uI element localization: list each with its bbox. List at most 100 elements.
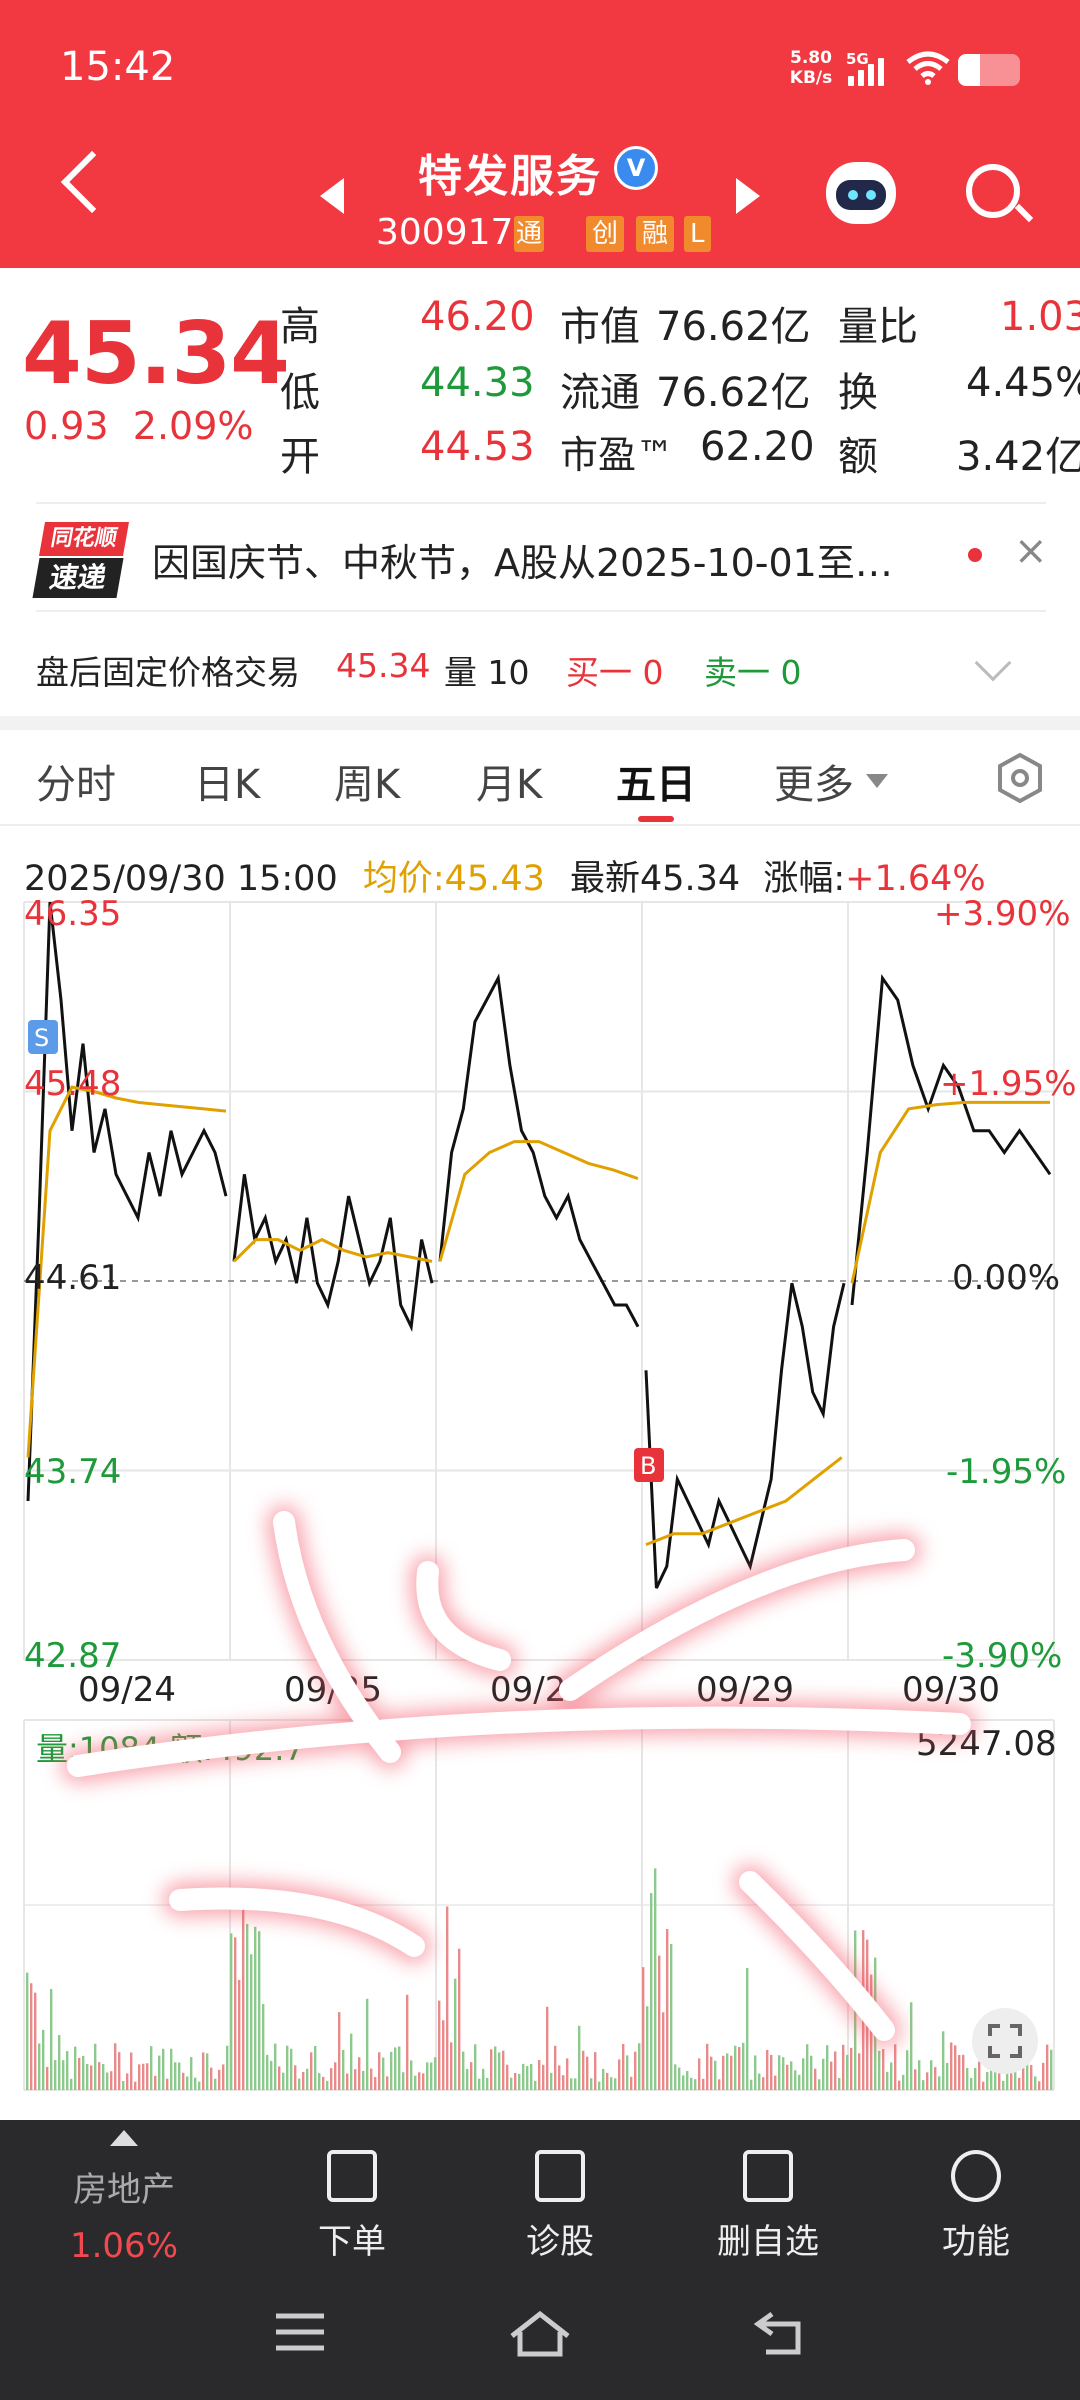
y-tick-left-3: 43.74 (24, 1452, 122, 1492)
after-hours-price: 45.34 (336, 646, 431, 685)
sector-name[interactable]: 房地产 (44, 2162, 204, 2211)
volume-bar (42, 2029, 45, 2090)
volume-bar (274, 2043, 277, 2090)
settings-hex-icon[interactable] (994, 752, 1046, 804)
menu-circle-icon (951, 2150, 1001, 2202)
volume-bar (386, 2076, 389, 2090)
tab-monthly-k[interactable]: 月K (476, 752, 542, 810)
y-tick-left-1: 45.48 (24, 1064, 122, 1104)
volume-bar (666, 1929, 669, 2090)
news-ticker[interactable]: 因国庆节、中秋节，A股从2025-10-01至… (152, 532, 952, 587)
volume-bar (50, 1989, 53, 2090)
buy-marker-label: B (640, 1452, 656, 1480)
volume-bar (778, 2055, 781, 2090)
five-day-chart[interactable]: SB (0, 880, 1080, 2120)
volume-bar (78, 2057, 81, 2090)
volume-bar (586, 2056, 589, 2090)
tab-weekly-k[interactable]: 周K (334, 752, 400, 810)
volume-bar (634, 2051, 637, 2090)
volume-bar (478, 2078, 481, 2090)
volume-bar (554, 2045, 557, 2090)
search-icon[interactable] (966, 164, 1020, 218)
tag-chuang: 创 (586, 216, 625, 252)
volume-bar (482, 2068, 485, 2090)
volume-bar (58, 2035, 61, 2090)
after-hours-label[interactable]: 盘后固定价格交易 (36, 646, 300, 694)
volume-bar (506, 2064, 509, 2090)
price-line-day-1 (26, 901, 228, 1502)
volume-bar (70, 2078, 73, 2090)
volume-bar (434, 2057, 437, 2090)
volume-bar (450, 2042, 453, 2090)
volume-bar (310, 2052, 313, 2090)
volume-bar (798, 2074, 801, 2090)
volume-bar (686, 2070, 689, 2090)
back-nav-icon[interactable] (752, 2310, 808, 2358)
volume-bar (222, 2064, 225, 2090)
chevron-down-icon[interactable] (974, 644, 1012, 682)
next-stock-icon[interactable] (736, 178, 760, 214)
volume-bar (174, 2062, 177, 2090)
volume-bar (94, 2043, 97, 2090)
expand-icon[interactable] (972, 2008, 1038, 2074)
status-time: 15:42 (60, 44, 176, 90)
volume-bar (542, 2064, 545, 2090)
volume-bar (942, 2031, 945, 2090)
x-tick-3: 09/29 (696, 1670, 794, 1710)
volume-bar (910, 2002, 913, 2090)
volume-bar (518, 2073, 521, 2090)
float-value: 76.62亿 (656, 370, 811, 416)
volume-bar (590, 2078, 593, 2090)
volume-bar (82, 2055, 85, 2090)
volume-bar (614, 2078, 617, 2090)
volume-bar (746, 1967, 749, 2090)
volume-bar (34, 1992, 37, 2090)
low-label: 低 (280, 370, 320, 416)
home-nav-icon[interactable] (508, 2310, 572, 2358)
price-change: 0.93 2.09% (24, 404, 254, 448)
close-news-icon[interactable]: × (1014, 528, 1048, 574)
volume-bar (190, 2057, 193, 2090)
volume-bar (790, 2061, 793, 2090)
wifi-icon (906, 51, 950, 85)
diagnose-button[interactable]: 诊股 (480, 2150, 640, 2263)
volume-bar (354, 2069, 357, 2090)
volume-bar (710, 2056, 713, 2090)
order-button[interactable]: 下单 (272, 2150, 432, 2263)
tab-intraday[interactable]: 分时 (36, 752, 116, 810)
mktcap-label: 市值 (560, 304, 640, 350)
volume-bar (74, 2046, 77, 2090)
divider (36, 502, 1046, 504)
volume-bar (54, 2059, 57, 2090)
ai-robot-icon[interactable] (826, 162, 896, 224)
volume-bar (510, 2077, 513, 2090)
volume-bar (322, 2076, 325, 2090)
volume-bar (142, 2063, 145, 2090)
volume-bar (446, 1906, 449, 2090)
volume-bar (582, 2050, 585, 2090)
amount-value: 3.42亿 (956, 434, 1080, 480)
remove-watchlist-button[interactable]: 删自选 (688, 2150, 848, 2263)
volume-bar (154, 2075, 157, 2090)
battery-icon (958, 54, 1020, 86)
volume-bar (830, 2061, 833, 2090)
y-tick-left-2: 44.61 (24, 1258, 122, 1298)
menu-nav-icon[interactable] (272, 2310, 328, 2354)
tab-five-day[interactable]: 五日 (616, 752, 696, 810)
volume-bar (470, 2062, 473, 2090)
volume-bar (146, 2063, 149, 2090)
open-value: 44.53 (420, 424, 535, 470)
tab-daily-k[interactable]: 日K (194, 752, 260, 810)
y-tick-right-1: +1.95% (940, 1064, 1077, 1104)
caret-down-icon (866, 774, 888, 788)
volume-bar (338, 2012, 341, 2090)
volume-bar (802, 2058, 805, 2090)
functions-button[interactable]: 功能 (896, 2150, 1056, 2263)
tab-more[interactable]: 更多 (774, 752, 854, 810)
news-logo: 同花顺 速递 (32, 522, 129, 600)
prev-stock-icon[interactable] (320, 178, 344, 214)
volume-bar (30, 1983, 33, 2090)
bid-one: 买一 0 (566, 653, 664, 692)
volume-bar (938, 2076, 941, 2090)
sector-change: 1.06% (69, 2226, 178, 2266)
